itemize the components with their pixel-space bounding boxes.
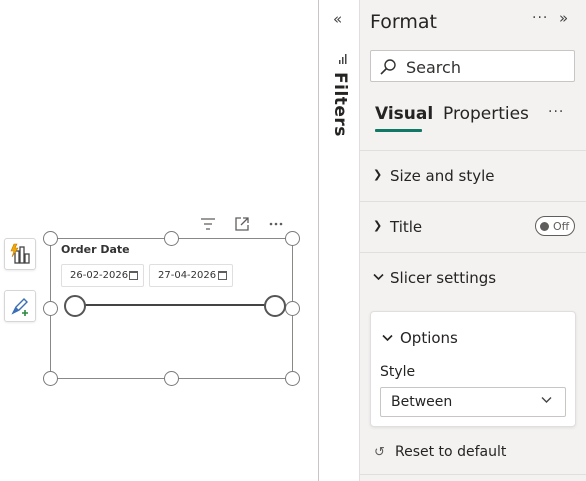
reset-icon: ↺ <box>374 445 385 460</box>
format-pane-title: Format <box>370 11 437 33</box>
resize-handle-top-left[interactable] <box>43 231 58 246</box>
build-visual-icon <box>10 243 30 264</box>
build-visual-button[interactable] <box>4 238 36 270</box>
search-icon <box>380 59 396 75</box>
resize-handle-bottom-right[interactable] <box>285 371 300 386</box>
resize-handle-top[interactable] <box>164 231 179 246</box>
style-label: Style <box>380 364 416 380</box>
expand-pane-icon[interactable]: » <box>559 9 568 27</box>
date-slicer-visual[interactable] <box>50 238 293 379</box>
more-options-icon[interactable]: ··· <box>532 10 548 26</box>
title-toggle[interactable]: Off <box>535 216 575 236</box>
collapse-filters-button[interactable]: « <box>333 10 342 28</box>
tab-visual[interactable]: Visual <box>375 104 433 124</box>
start-date-value: 26-02-2026 <box>70 270 129 281</box>
section-size-and-style[interactable]: ❯ Size and style <box>360 150 586 201</box>
section-title[interactable]: ❯ Title Off <box>360 201 586 252</box>
resize-handle-bottom-left[interactable] <box>43 371 58 386</box>
more-options-icon[interactable] <box>266 214 286 234</box>
filters-pane[interactable]: « Filters <box>318 0 360 481</box>
resize-handle-left[interactable] <box>43 301 58 316</box>
format-visual-button[interactable] <box>4 290 36 322</box>
style-dropdown[interactable]: Between <box>380 387 566 417</box>
end-date-input[interactable]: 27-04-2026 <box>149 264 233 287</box>
tab-properties[interactable]: Properties <box>443 104 529 124</box>
search-input[interactable]: Search <box>370 50 575 82</box>
calendar-icon[interactable] <box>218 271 227 280</box>
chevron-down-icon <box>373 271 384 284</box>
resize-handle-right[interactable] <box>285 301 300 316</box>
range-start-thumb[interactable] <box>64 295 86 317</box>
calendar-icon[interactable] <box>129 271 138 280</box>
chevron-down-icon[interactable] <box>382 332 393 345</box>
start-date-input[interactable]: 26-02-2026 <box>61 264 144 287</box>
date-range-track[interactable] <box>70 304 278 306</box>
active-tab-indicator <box>375 129 422 132</box>
filter-icon[interactable] <box>198 214 218 234</box>
visual-side-toolbar <box>4 238 38 342</box>
resize-handle-bottom[interactable] <box>164 371 179 386</box>
format-visual-icon <box>11 298 28 316</box>
end-date-value: 27-04-2026 <box>158 270 217 281</box>
reset-label: Reset to default <box>395 444 507 460</box>
resize-handle-top-right[interactable] <box>285 231 300 246</box>
section-label: Slicer settings <box>390 269 497 287</box>
section-label: Title <box>390 218 423 236</box>
options-label[interactable]: Options <box>400 329 458 347</box>
format-pane: Format ··· » Search Visual Properties ··… <box>360 0 586 481</box>
filters-pane-label[interactable]: Filters <box>330 72 350 137</box>
section-slicer-settings[interactable]: Slicer settings <box>360 252 586 302</box>
options-card: Options Style Between <box>370 311 576 427</box>
search-placeholder: Search <box>406 58 461 77</box>
toggle-state: Off <box>553 220 570 233</box>
focus-mode-icon[interactable] <box>232 214 252 234</box>
divider <box>360 474 586 475</box>
range-end-thumb[interactable] <box>264 295 286 317</box>
chevron-right-icon: ❯ <box>373 219 383 232</box>
filter-bars-icon <box>338 50 348 69</box>
report-canvas: Order Date 26-02-2026 27-04-2026 <box>0 0 318 481</box>
chevron-right-icon: ❯ <box>373 168 383 181</box>
section-label: Size and style <box>390 167 495 185</box>
visual-header <box>196 214 292 234</box>
toggle-knob <box>540 222 549 231</box>
slicer-title: Order Date <box>61 243 130 256</box>
tabs-more-icon[interactable]: ··· <box>548 104 564 120</box>
style-dropdown-value: Between <box>391 394 453 410</box>
chevron-down-icon <box>541 393 552 407</box>
